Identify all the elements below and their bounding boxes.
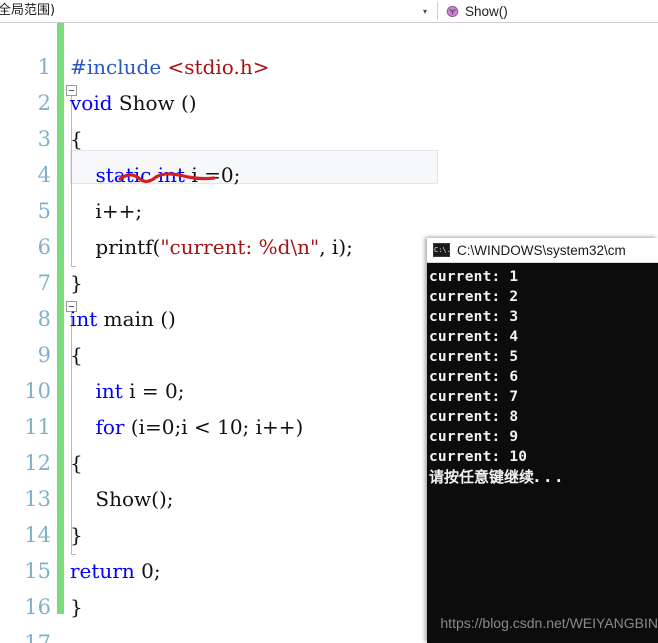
console-output-line: current: 5 [429, 349, 519, 365]
code-token: int [157, 163, 185, 187]
member-dropdown[interactable]: Show() [438, 0, 658, 22]
code-token: { [70, 343, 83, 367]
code-line[interactable]: #include <stdio.h> [70, 49, 269, 85]
code-token: } [70, 523, 83, 547]
console-output-line: current: 2 [429, 289, 519, 305]
code-line[interactable]: { [70, 121, 83, 157]
code-token: , i); [319, 235, 353, 259]
code-token: return [70, 559, 135, 583]
editor-navigation-bar: 全局范围) ▾ Show() [0, 0, 658, 23]
code-token: } [70, 271, 83, 295]
code-line[interactable]: for (i=0;i < 10; i++) [70, 409, 303, 445]
console-prompt-line: 请按任意键继续. . . [429, 468, 562, 486]
code-token: #include [70, 55, 168, 79]
code-token: { [70, 127, 83, 151]
code-line[interactable]: } [70, 517, 83, 553]
scope-dropdown-label: 全局范围) [0, 3, 56, 18]
code-token: (i=0;i < 10; i++) [124, 415, 304, 439]
member-dropdown-label: Show() [465, 3, 508, 19]
code-line[interactable]: } [70, 589, 83, 625]
code-token: { [70, 451, 83, 475]
console-title-bar[interactable]: C:\. C:\WINDOWS\system32\cm [427, 238, 658, 263]
console-output-line: current: 10 [429, 449, 528, 465]
code-line[interactable]: i++; [70, 193, 142, 229]
code-line[interactable]: return 0; [70, 553, 161, 589]
console-output-line: current: 9 [429, 429, 519, 445]
code-token: int [70, 307, 98, 331]
code-token: i =0; [184, 163, 241, 187]
code-token: for [95, 415, 125, 439]
code-line[interactable]: Show(); [70, 481, 174, 517]
code-line[interactable]: printf("current: %d\n", i); [70, 229, 353, 265]
code-token: main () [97, 307, 176, 331]
code-line[interactable]: static int i =0; [70, 157, 240, 193]
console-output-line: current: 6 [429, 369, 519, 385]
code-line[interactable]: int i = 0; [70, 373, 184, 409]
code-line[interactable]: { [70, 337, 83, 373]
code-token: 0; [134, 559, 161, 583]
code-line[interactable]: void Show () [70, 85, 197, 121]
chevron-down-icon[interactable]: ▾ [423, 0, 427, 22]
code-line[interactable]: { [70, 445, 83, 481]
code-token: void [70, 91, 113, 115]
code-line[interactable]: int main () [70, 301, 176, 337]
code-token: printf( [70, 235, 161, 259]
code-token: } [70, 595, 83, 619]
code-token: i = 0; [122, 379, 185, 403]
console-window[interactable]: C:\. C:\WINDOWS\system32\cm current: 1 cu… [427, 238, 658, 643]
console-output-area: current: 1 current: 2 current: 3 current: 4… [427, 263, 658, 643]
code-token: static [95, 163, 152, 187]
code-token: "current: %d\n" [160, 235, 320, 259]
console-output-line: current: 4 [429, 329, 519, 345]
code-token: <stdio.h> [167, 55, 270, 79]
watermark-text: https://blog.csdn.net/WEIYANGBIN [440, 615, 658, 631]
code-token: i++; [70, 199, 143, 223]
console-output-line: current: 1 [429, 269, 519, 285]
code-line[interactable]: } [70, 265, 83, 301]
console-title-text: C:\WINDOWS\system32\cm [457, 242, 626, 258]
code-token: Show(); [70, 487, 174, 511]
console-output-line: current: 7 [429, 389, 519, 405]
cmd-icon: C:\. [433, 243, 450, 257]
console-output-line: current: 8 [429, 409, 519, 425]
code-token: int [95, 379, 123, 403]
scope-dropdown[interactable]: 全局范围) ▾ [0, 0, 437, 22]
console-output-line: current: 3 [429, 309, 519, 325]
method-icon [446, 5, 459, 17]
code-token: Show () [112, 91, 197, 115]
